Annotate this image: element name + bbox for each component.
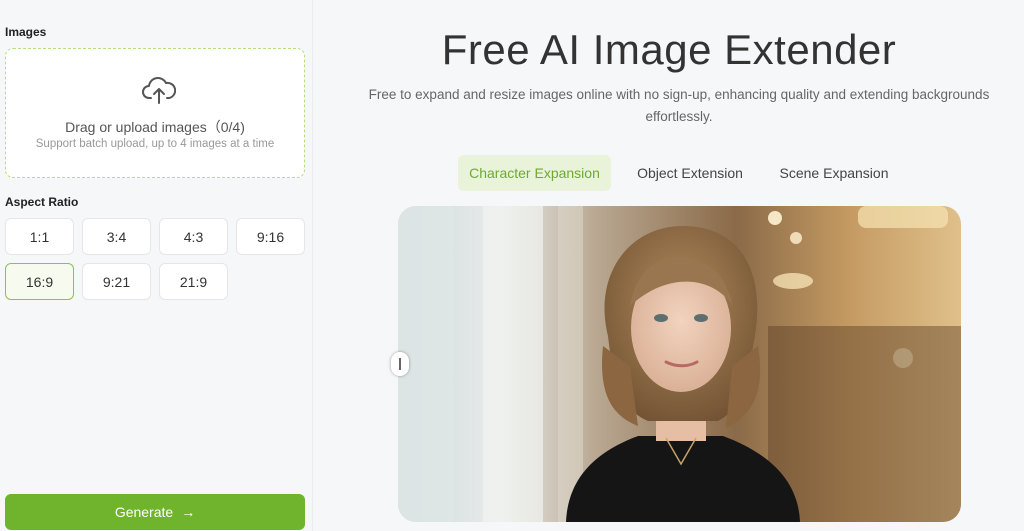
ratio-button-21-9[interactable]: 21:9 — [159, 263, 228, 300]
generate-label: Generate — [114, 504, 174, 520]
ratio-button-16-9[interactable]: 16:9 — [5, 263, 74, 300]
settings-panel: Images Drag or upload images（0/4) Suppor… — [0, 0, 313, 531]
upload-subtitle: Support batch upload, up to 4 images at … — [35, 138, 275, 150]
page-subtitle: Free to expand and resize images online … — [368, 87, 990, 124]
ratio-button-9-16[interactable]: 9:16 — [236, 218, 305, 255]
example-image — [398, 206, 961, 522]
images-label: Images — [5, 25, 47, 39]
cloud-upload-icon — [142, 77, 176, 104]
generate-button[interactable]: Generate → — [5, 494, 305, 530]
ratio-button-9-21[interactable]: 9:21 — [82, 263, 151, 300]
ratio-button-1-1[interactable]: 1:1 — [5, 218, 74, 255]
ratio-button-3-4[interactable]: 3:4 — [82, 218, 151, 255]
ratio-button-4-3[interactable]: 4:3 — [159, 218, 228, 255]
main-content: Free AI Image Extender Free to expand an… — [314, 0, 1024, 531]
arrow-right-icon: → — [181, 504, 196, 520]
upload-dropzone[interactable]: Drag or upload images（0/4) Support batch… — [5, 48, 305, 178]
tab-character-expansion[interactable]: Character Expansion — [458, 155, 611, 191]
page-title: Free AI Image Extender — [441, 26, 897, 73]
tab-scene-expansion[interactable]: Scene Expansion — [769, 155, 899, 191]
compare-slider-handle[interactable] — [391, 352, 409, 376]
aspect-ratio-label: Aspect Ratio — [5, 195, 79, 209]
tab-object-extension[interactable]: Object Extension — [626, 155, 754, 191]
upload-title: Drag or upload images（0/4) — [65, 119, 245, 135]
portrait-illustration — [398, 206, 961, 522]
